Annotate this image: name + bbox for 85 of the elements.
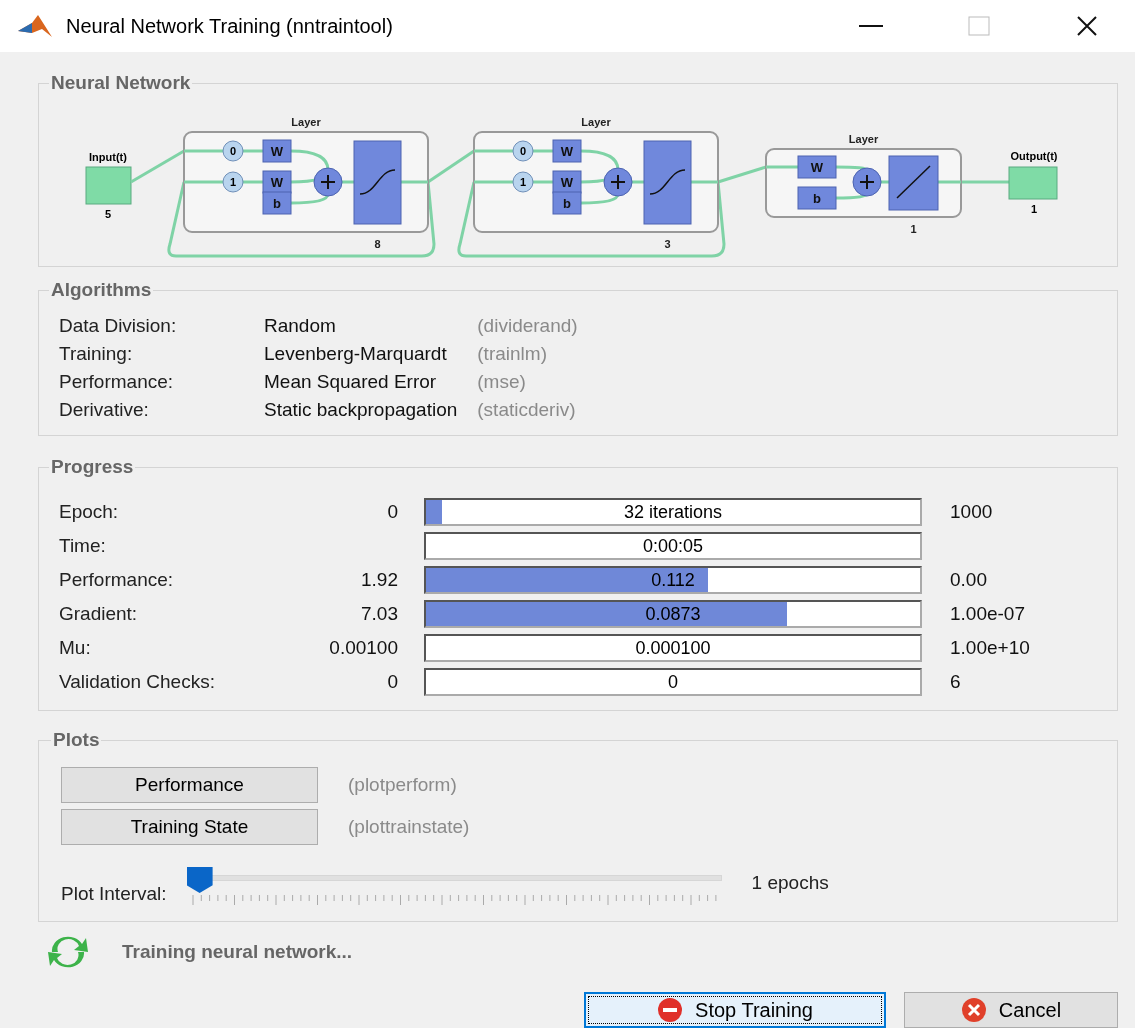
plot-button[interactable]: Performance <box>61 767 318 803</box>
sum-icon <box>852 167 882 197</box>
field-label: Mu: <box>59 637 92 659</box>
function-name: (mse) <box>477 371 527 393</box>
size-label: 5 <box>104 208 112 220</box>
size-label: 1 <box>910 223 917 235</box>
field-label: Epoch: <box>59 501 120 523</box>
delay-node: 1 <box>512 171 534 193</box>
sum-icon <box>603 167 633 197</box>
bias-block: b <box>552 191 582 215</box>
field-label: Performance: <box>59 569 175 591</box>
slider-reading: 1 epochs <box>751 872 829 894</box>
status-text: Training neural network... <box>122 941 353 963</box>
field-label: Performance: <box>59 371 175 393</box>
panel-title: Algorithms <box>50 279 153 301</box>
end-value: 1.00e-07 <box>949 603 1026 625</box>
field-label: Plot Interval: <box>61 883 167 905</box>
end-value: 0.00 <box>949 569 988 591</box>
window-title: Neural Network Training (nntraintool) <box>66 14 394 38</box>
field-label: Gradient: <box>59 603 139 625</box>
output-label: Output(t) <box>1010 150 1058 162</box>
connector-line <box>836 165 868 172</box>
function-name: (staticderiv) <box>477 399 577 421</box>
function-name: (trainlm) <box>477 343 548 365</box>
field-value: Static backpropagation <box>264 399 458 421</box>
panel-title: Neural Network <box>50 72 192 94</box>
maximize-icon <box>968 16 990 36</box>
field-label: Time: <box>59 535 107 557</box>
connector-line <box>291 193 330 205</box>
field-value: Levenberg-Marquardt <box>264 343 448 365</box>
end-value: 1000 <box>949 501 994 523</box>
size-label: 1 <box>1030 203 1038 215</box>
plot-interval-slider[interactable] <box>186 867 722 907</box>
connector-line <box>581 193 620 205</box>
bias-block: b <box>797 186 837 210</box>
size-label: 3 <box>664 238 671 250</box>
delay-node: 0 <box>222 140 244 162</box>
connector-line <box>836 192 868 200</box>
panel-title: Progress <box>50 456 135 478</box>
function-name: (plotperform) <box>348 774 457 796</box>
end-value: 6 <box>949 671 962 693</box>
output-block <box>1008 166 1058 200</box>
field-label: Data Division: <box>59 315 178 337</box>
bar-value: 32 iterations <box>622 501 724 524</box>
minimize-icon <box>859 25 883 27</box>
start-value: 7.03 <box>360 603 399 625</box>
panel-title: Plots <box>52 729 101 751</box>
end-value: 1.00e+10 <box>949 637 1031 659</box>
close-icon <box>960 997 987 1023</box>
function-name: (dividerand) <box>477 315 578 337</box>
field-value: Random <box>264 315 337 337</box>
cancel-button[interactable]: Cancel <box>904 992 1118 1028</box>
transfer-function-block <box>888 155 939 211</box>
stop-training-button[interactable]: Stop Training <box>584 992 886 1028</box>
delay-node: 0 <box>512 140 534 162</box>
layer-label: Layer <box>291 116 321 128</box>
bar-value: 0.112 <box>650 569 696 592</box>
field-label: Training: <box>59 343 134 365</box>
field-label: Validation Checks: <box>59 671 216 693</box>
weight-block: W <box>552 139 582 163</box>
weight-block: W <box>262 170 292 194</box>
weight-block: W <box>797 155 837 179</box>
input-label: Input(t) <box>89 151 127 163</box>
app-logo-icon <box>18 15 52 37</box>
start-value: 0.00100 <box>328 637 399 659</box>
sum-icon <box>313 167 343 197</box>
delay-node: 1 <box>222 171 244 193</box>
field-label: Derivative: <box>59 399 150 421</box>
start-value: 0 <box>386 501 399 523</box>
input-block <box>85 166 132 205</box>
bar-value: 0.0873 <box>644 603 702 626</box>
field-value: Mean Squared Error <box>264 371 438 393</box>
start-value: 0 <box>386 671 399 693</box>
size-label: 8 <box>374 238 381 250</box>
start-value: 1.92 <box>360 569 399 591</box>
close-icon <box>1076 15 1098 37</box>
function-name: (plottrainstate) <box>348 816 470 838</box>
bias-block: b <box>262 191 292 215</box>
layer-label: Layer <box>848 133 879 145</box>
plot-button[interactable]: Training State <box>61 809 318 845</box>
weight-block: W <box>262 139 292 163</box>
slider-thumb[interactable] <box>186 867 213 893</box>
weight-block: W <box>552 170 582 194</box>
stop-icon <box>657 997 684 1023</box>
layer-label: Layer <box>581 116 611 128</box>
